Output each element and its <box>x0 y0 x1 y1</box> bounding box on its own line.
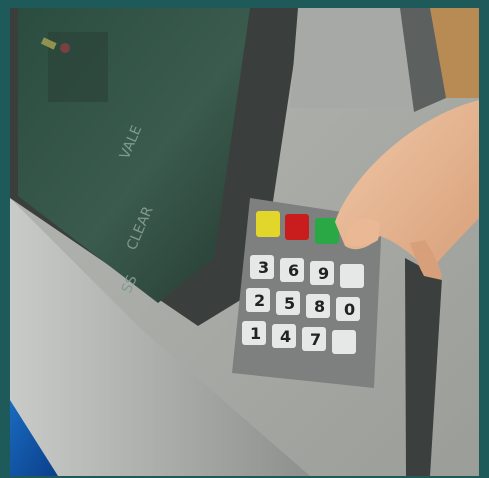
key-blank-1[interactable] <box>340 264 364 288</box>
atm-photo: VALE CLEAR SS 3 6 9 2 5 8 0 1 4 7 <box>10 8 479 476</box>
key-label-4: 4 <box>280 327 291 346</box>
upper-panel <box>290 8 420 108</box>
key-label-3: 3 <box>258 258 269 277</box>
photo-frame: VALE CLEAR SS 3 6 9 2 5 8 0 1 4 7 <box>0 0 489 478</box>
red-key[interactable] <box>285 214 309 240</box>
key-label-9: 9 <box>318 264 329 283</box>
atm-illustration: VALE CLEAR SS 3 6 9 2 5 8 0 1 4 7 <box>10 8 479 476</box>
key-blank-2[interactable] <box>332 330 356 354</box>
key-label-8: 8 <box>314 297 325 316</box>
key-label-2: 2 <box>254 291 265 310</box>
key-label-6: 6 <box>288 261 299 280</box>
screen-keypad-icon <box>40 32 108 102</box>
key-label-1: 1 <box>250 324 261 343</box>
key-label-5: 5 <box>284 294 295 313</box>
key-label-7: 7 <box>310 330 321 349</box>
key-label-0: 0 <box>344 300 355 319</box>
yellow-key[interactable] <box>256 211 280 237</box>
